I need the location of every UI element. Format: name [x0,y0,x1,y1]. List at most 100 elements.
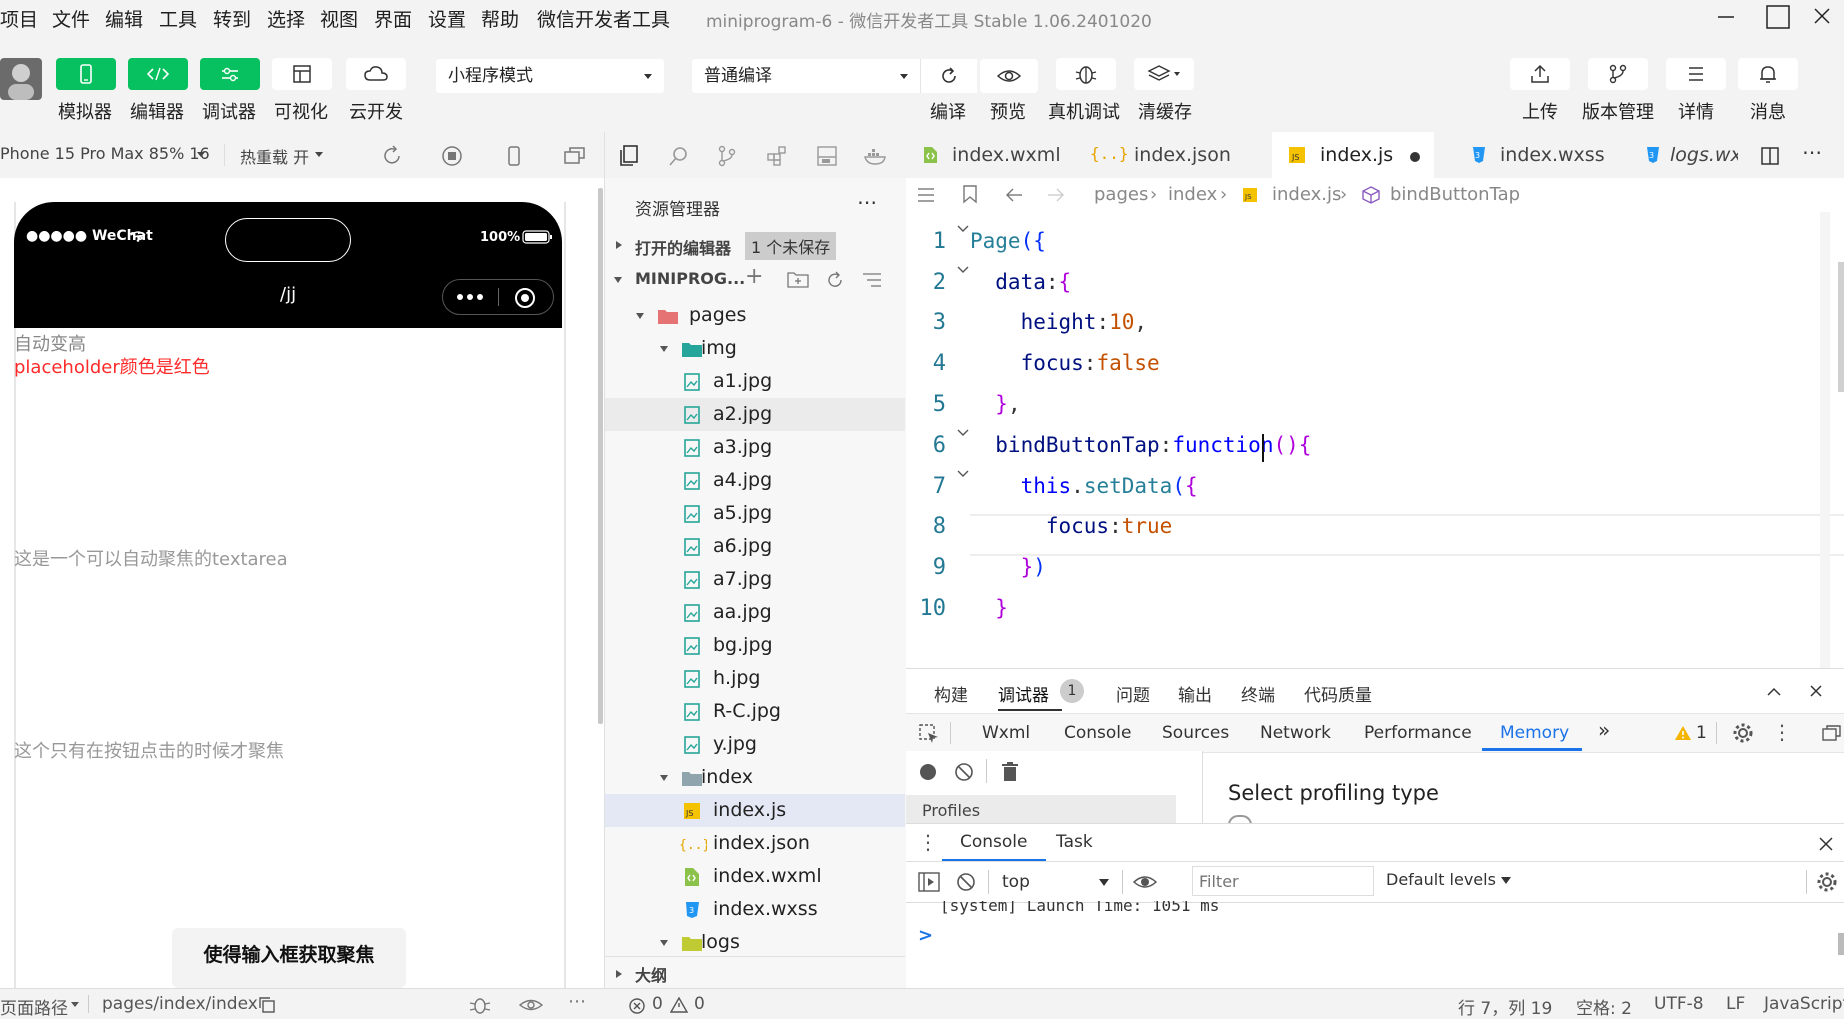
device-select[interactable]: Phone 15 Pro Max 85% 16 [0,144,210,163]
phone-icon[interactable] [502,144,526,168]
drawer-tab-console[interactable]: Console [960,832,1028,852]
menu-help[interactable]: 帮助 [481,5,519,32]
debugger-toggle-button[interactable] [200,58,260,90]
visual-toggle-button[interactable] [272,58,332,90]
record-icon[interactable] [918,762,938,782]
tab-build[interactable]: 构建 [934,681,968,706]
refresh-icon[interactable] [825,270,845,290]
details-button[interactable] [1666,58,1726,90]
tree-file[interactable]: a5.jpg [605,497,905,530]
outline-section[interactable]: 大纲 [605,956,905,989]
tab-code-quality[interactable]: 代码质量 [1304,681,1372,706]
bug-icon[interactable] [468,994,492,1016]
capsule-menu[interactable] [442,279,554,315]
warning-count[interactable]: 0 [694,994,705,1014]
tree-folder[interactable]: pages [605,299,905,332]
warning-count[interactable]: 1 [1696,723,1707,743]
open-editors-section[interactable]: 打开的编辑器 1 个未保存 [605,230,905,260]
scrollbar[interactable] [598,188,603,724]
project-section[interactable]: MINIPROG... + [605,264,905,294]
menu-wechat-devtools[interactable]: 微信开发者工具 [537,5,670,32]
focus-button[interactable]: 使得输入框获取聚焦 [172,928,406,988]
popout-icon[interactable] [562,144,588,168]
kebab-menu-icon[interactable]: ⋮ [1772,720,1792,744]
menu-settings[interactable]: 设置 [428,5,466,32]
tree-file[interactable]: index.wxml [605,860,905,893]
tree-file[interactable]: a6.jpg [605,530,905,563]
new-folder-icon[interactable] [787,270,809,288]
refresh-icon[interactable] [380,144,404,168]
indentation[interactable]: 空格: 2 [1576,994,1632,1019]
undock-icon[interactable] [1822,724,1842,742]
gear-icon[interactable] [1816,871,1838,893]
close-icon[interactable] [1818,836,1834,852]
fold-chevron-icon[interactable] [956,468,970,478]
tree-folder[interactable]: img [605,332,905,365]
error-count[interactable]: 0 [652,994,663,1014]
menu-edit[interactable]: 编辑 [105,5,143,32]
tab-index-json[interactable]: {..} index.json [1072,132,1248,178]
close-button[interactable] [1797,0,1844,34]
clear-cache-button[interactable] [1134,58,1194,90]
more-icon[interactable]: ⋯ [568,991,586,1012]
devtools-tab-wxml[interactable]: Wxml [982,723,1030,743]
editor-toggle-button[interactable] [128,58,188,90]
tab-problems[interactable]: 问题 [1116,681,1150,706]
forward-arrow-icon[interactable] [1046,186,1066,204]
explorer-more-icon[interactable]: ⋯ [857,190,877,214]
trash-icon[interactable] [1000,761,1020,783]
tree-folder[interactable]: logs [605,926,905,959]
eye-icon[interactable] [1132,872,1158,892]
editor-scrollbar[interactable] [1838,262,1844,392]
clear-console-icon[interactable] [956,872,976,892]
tree-file[interactable]: h.jpg [605,662,905,695]
stop-icon[interactable] [440,144,464,168]
devtools-tab-console[interactable]: Console [1064,723,1132,743]
fold-chevron-icon[interactable] [956,427,970,437]
compile-button[interactable] [920,59,977,93]
drawer-menu-icon[interactable]: ⋮ [918,830,938,854]
hot-reload-select[interactable]: 热重载 开 [240,144,309,168]
new-file-icon[interactable]: + [745,264,763,289]
copy-icon[interactable] [258,996,276,1014]
upload-button[interactable] [1510,58,1570,90]
chevron-up-icon[interactable] [1766,687,1782,697]
more-actions-icon[interactable]: ⋯ [1802,140,1822,164]
maximize-button[interactable] [1753,0,1803,34]
placeholder-textarea[interactable]: placeholder颜色是红色 [14,353,210,379]
tree-file[interactable]: a1.jpg [605,365,905,398]
page-path-label[interactable]: 页面路径 [0,994,68,1019]
encoding[interactable]: UTF-8 [1654,994,1704,1014]
menu-view[interactable]: 视图 [320,5,358,32]
avatar[interactable] [0,58,42,100]
tab-debugger[interactable]: 调试器 [998,681,1049,706]
log-levels-select[interactable]: Default levels [1386,870,1496,889]
devtools-tab-performance[interactable]: Performance [1364,723,1472,743]
minimize-button[interactable] [1700,0,1750,34]
remote-debug-button[interactable] [1056,58,1116,90]
more-tabs-icon[interactable]: » [1598,718,1610,742]
tree-file[interactable]: R-C.jpg [605,695,905,728]
tree-folder[interactable]: index [605,761,905,794]
language-mode[interactable]: JavaScript [1764,994,1844,1014]
tree-file[interactable]: aa.jpg [605,596,905,629]
back-arrow-icon[interactable] [1004,186,1024,204]
line-ending[interactable]: LF [1726,994,1745,1014]
sidebar-toggle-icon[interactable] [918,872,940,892]
compile-select[interactable]: 普通编译 [692,59,920,93]
extensions-icon[interactable] [765,144,789,168]
tree-file[interactable]: a3.jpg [605,431,905,464]
devtools-tab-memory[interactable]: Memory [1500,723,1569,743]
close-icon[interactable] [1808,683,1824,699]
tree-file[interactable]: {..} index.json [605,827,905,860]
tree-file[interactable]: a4.jpg [605,464,905,497]
page-path[interactable]: pages/index/index [102,994,258,1014]
console-scrollbar[interactable] [1838,933,1844,955]
code-editor[interactable]: 1 2 3 4 5 6 7 8 9 10 Page({ data:{ height:10, foc… [906,212,1844,668]
menu-file[interactable]: 文件 [52,5,90,32]
eye-icon[interactable] [518,996,544,1014]
breadcrumb-symbol[interactable]: bindButtonTap [1390,184,1520,205]
unsaved-dot-icon[interactable] [1410,152,1420,162]
mode-select[interactable]: 小程序模式 [436,59,664,93]
split-editor-icon[interactable] [1760,146,1780,166]
